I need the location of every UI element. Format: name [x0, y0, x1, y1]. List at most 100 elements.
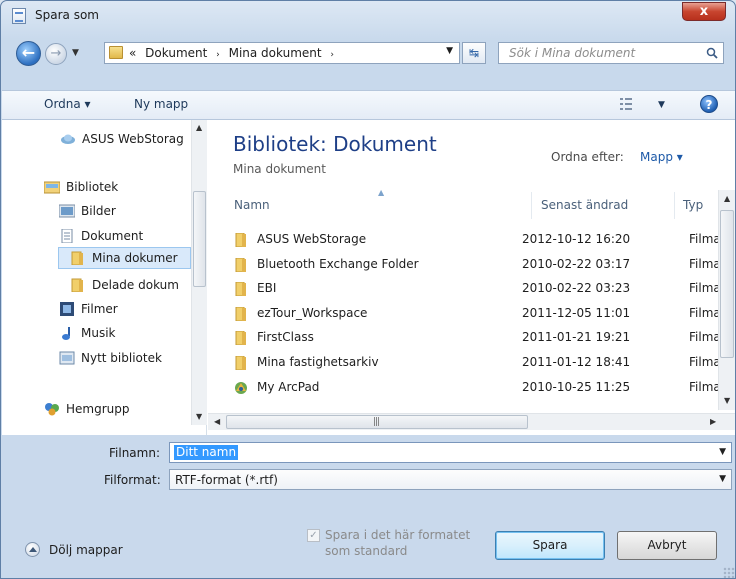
title-bar: Spara som x	[1, 1, 735, 31]
nav-item-filmer[interactable]: Filmer	[59, 298, 118, 320]
nav-item-label: Nytt bibliotek	[81, 351, 162, 365]
breadcrumb-separator-icon[interactable]: ›	[216, 50, 220, 60]
folder-icon	[71, 251, 83, 265]
help-icon[interactable]: ?	[700, 95, 718, 113]
save-as-default-line1: Spara i det här formatet	[325, 528, 471, 542]
breadcrumb-item-mina-dokument[interactable]: Mina dokument	[229, 46, 322, 60]
column-divider[interactable]	[674, 192, 675, 219]
file-type: Filma	[689, 306, 721, 320]
file-row[interactable]: Mina fastighetsarkiv 2011-01-12 18:41 Film…	[228, 351, 723, 375]
column-header-type[interactable]: Typ	[683, 198, 703, 212]
chevron-down-icon[interactable]: ▼	[719, 447, 726, 457]
forward-arrow-icon: →	[50, 46, 62, 61]
column-header-modified[interactable]: Senast ändrad	[541, 198, 628, 212]
forward-button[interactable]: →	[45, 43, 67, 65]
save-button[interactable]: Spara	[495, 531, 605, 560]
file-name: FirstClass	[257, 330, 314, 344]
library-icon	[44, 181, 60, 194]
new-folder-button[interactable]: Ny mapp	[134, 97, 188, 111]
refresh-button[interactable]: ↹	[462, 42, 486, 64]
resize-grip-icon[interactable]	[723, 567, 735, 578]
scroll-up-icon[interactable]: ▲	[196, 123, 202, 132]
address-history-dropdown-icon[interactable]: ▼	[446, 46, 453, 56]
recent-pages-dropdown[interactable]: ▼	[72, 48, 79, 58]
file-list-scrollbar[interactable]: ▲ ▼	[718, 190, 735, 410]
folder-icon	[235, 233, 246, 247]
scroll-up-icon[interactable]: ▲	[724, 194, 730, 203]
filename-field[interactable]: Ditt namn ▼	[169, 442, 732, 463]
chevron-down-icon[interactable]: ▼	[719, 474, 726, 484]
nav-item-label: Bibliotek	[66, 180, 119, 194]
address-bar[interactable]: « Dokument › Mina dokument › ▼	[104, 42, 460, 64]
search-icon[interactable]	[706, 47, 718, 59]
save-as-default-checkbox[interactable]: ✓	[307, 529, 320, 542]
nav-item-bibliotek[interactable]: Bibliotek	[44, 176, 118, 198]
file-row[interactable]: FirstClass 2011-01-21 19:21 Filma	[228, 326, 723, 350]
sort-by-dropdown[interactable]: Mapp ▾	[640, 150, 683, 164]
folder-icon	[235, 307, 246, 321]
nav-item-label: Dokument	[81, 229, 144, 243]
folder-icon	[235, 282, 246, 296]
nav-item-dokument[interactable]: Dokument	[59, 225, 143, 247]
save-as-default-label: Spara i det här formatet som standard	[325, 527, 470, 559]
format-select[interactable]: RTF-format (*.rtf) ▼	[169, 469, 732, 490]
nav-item-musik[interactable]: Musik	[59, 322, 116, 344]
file-row[interactable]: ezTour_Workspace 2011-12-05 11:01 Filma	[228, 302, 723, 326]
scroll-down-icon[interactable]: ▼	[196, 412, 202, 421]
file-row[interactable]: My ArcPad 2010-10-25 11:25 Filma	[228, 376, 723, 400]
breadcrumb-overflow[interactable]: «	[129, 46, 136, 60]
breadcrumb-separator-icon[interactable]: ›	[330, 50, 334, 60]
column-header-name[interactable]: Namn	[234, 198, 270, 212]
folder-icon	[109, 46, 123, 59]
library-subtitle: Mina dokument	[233, 162, 326, 176]
horizontal-scrollbar[interactable]: ◀ ||| ▶	[208, 413, 735, 430]
file-row[interactable]: Bluetooth Exchange Folder 2010-02-22 03:1…	[228, 253, 723, 277]
cancel-button[interactable]: Avbryt	[617, 531, 717, 560]
column-divider[interactable]	[531, 192, 532, 219]
filename-value[interactable]: Ditt namn	[174, 445, 239, 460]
nav-pane-scrollbar[interactable]: ▲ ▼	[191, 120, 207, 425]
library-title: Bibliotek: Dokument	[233, 132, 437, 156]
back-arrow-icon: ←	[21, 43, 36, 62]
scroll-left-icon[interactable]: ◀	[214, 417, 220, 426]
folder-icon	[235, 331, 246, 345]
scroll-down-icon[interactable]: ▼	[724, 396, 730, 405]
nav-item-hemgrupp[interactable]: Hemgrupp	[44, 398, 130, 420]
documents-icon	[61, 229, 73, 243]
scrollbar-thumb[interactable]: |||	[226, 415, 528, 429]
organize-button[interactable]: Ordna ▾	[44, 97, 91, 111]
nav-item-mina-dokument[interactable]: Mina dokumer	[58, 247, 191, 269]
file-name: ezTour_Workspace	[257, 306, 368, 320]
window-title: Spara som	[35, 8, 99, 22]
folder-icon	[235, 356, 246, 370]
format-label: Filformat:	[104, 473, 161, 487]
file-modified: 2010-10-25 11:25	[522, 380, 631, 394]
filename-label: Filnamn:	[109, 446, 160, 460]
breadcrumb: « Dokument › Mina dokument ›	[129, 46, 339, 60]
file-name: EBI	[257, 281, 277, 295]
navigation-bar: ← → ▼ « Dokument › Mina dokument › ▼ ↹ S…	[1, 37, 735, 67]
hide-folders-button[interactable]: Dölj mappar	[25, 542, 123, 557]
nav-item-bilder[interactable]: Bilder	[59, 200, 116, 222]
breadcrumb-item-dokument[interactable]: Dokument	[145, 46, 207, 60]
hide-folders-label: Dölj mappar	[49, 542, 123, 557]
scroll-right-icon[interactable]: ▶	[710, 417, 716, 426]
search-placeholder: Sök i Mina dokument	[509, 46, 636, 60]
nav-item-delade-dokument[interactable]: Delade dokum	[70, 274, 179, 296]
nav-item-nytt-bibliotek[interactable]: Nytt bibliotek	[59, 347, 162, 369]
search-input[interactable]: Sök i Mina dokument	[498, 42, 724, 64]
file-modified: 2011-12-05 11:01	[522, 306, 631, 320]
scrollbar-thumb[interactable]	[193, 191, 206, 287]
nav-item-label: ASUS WebStorag	[82, 132, 184, 146]
file-row[interactable]: ASUS WebStorage 2012-10-12 16:20 Filma	[228, 228, 723, 252]
file-modified: 2010-02-22 03:23	[522, 281, 631, 295]
file-row[interactable]: EBI 2010-02-22 03:23 Filma	[228, 277, 723, 301]
sort-by-label: Ordna efter:	[551, 150, 624, 164]
close-button[interactable]: x	[682, 2, 726, 21]
scrollbar-thumb[interactable]	[720, 210, 734, 358]
view-options-icon[interactable]	[620, 98, 636, 110]
view-dropdown-icon[interactable]: ▼	[658, 100, 665, 110]
nav-item-asus-webstorage[interactable]: ASUS WebStorag	[60, 128, 184, 150]
file-name: Bluetooth Exchange Folder	[257, 257, 419, 271]
back-button[interactable]: ←	[16, 41, 41, 66]
